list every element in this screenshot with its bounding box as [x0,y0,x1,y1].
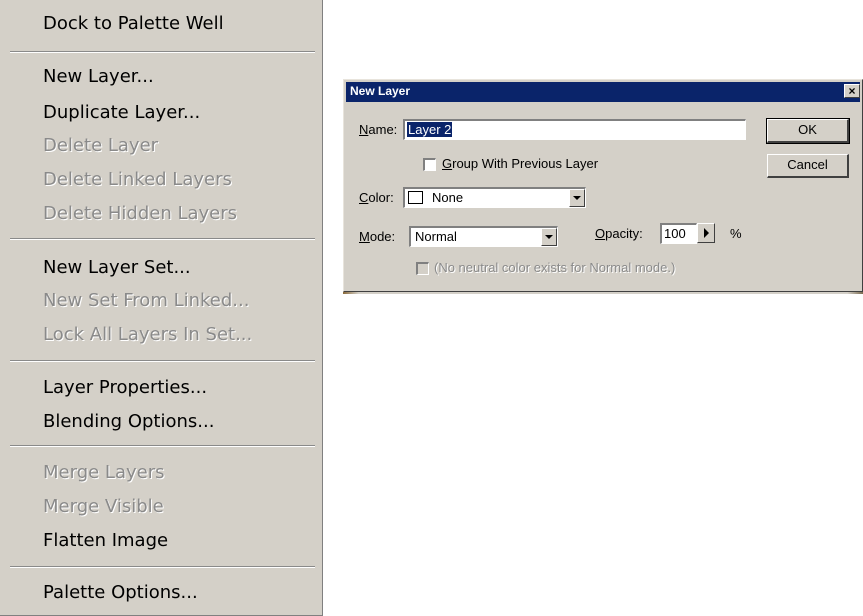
opacity-input-value: 100 [664,226,686,241]
menu-item-palette-options[interactable]: Palette Options... [43,581,198,605]
menu-item-delete-linked-layers: Delete Linked Layers [43,169,232,190]
opacity-label: Opacity: [595,226,643,241]
name-input[interactable]: Layer 2 [403,119,746,140]
mode-label: Mode: [359,229,396,244]
menu-item-layer-properties[interactable]: Layer Properties... [43,376,207,400]
menu-item-duplicate-layer[interactable]: Duplicate Layer... [43,101,200,125]
menu-item-delete-hidden-layers: Delete Hidden Layers [43,203,238,224]
menu-separator [10,445,315,447]
color-select-value: None [432,190,464,205]
color-select[interactable]: None [403,187,586,208]
layers-palette-menu: Dock to Palette Well New Layer... Duplic… [0,0,323,616]
new-layer-dialog: New Layer × Name: Layer 2 Group With Pre… [343,79,863,292]
menu-separator [10,360,315,362]
menu-item-new-layer-set[interactable]: New Layer Set... [43,256,191,280]
color-swatch [408,191,423,204]
menu-item-delete-layer: Delete Layer [43,135,159,156]
opacity-unit: % [730,226,742,241]
menu-item-new-set-from-linked: New Set From Linked... [43,290,250,311]
cancel-button[interactable]: Cancel [767,154,849,178]
menu-item-flatten-image[interactable]: Flatten Image [43,529,168,553]
dialog-titlebar[interactable]: New Layer × [346,82,860,102]
opacity-input[interactable]: 100 [660,223,697,244]
ok-button[interactable]: OK [766,118,850,144]
menu-item-merge-visible: Merge Visible [43,496,164,517]
mode-select[interactable]: Normal [409,226,558,247]
mode-select-value: Normal [415,229,457,244]
menu-item-merge-layers: Merge Layers [43,462,165,483]
neutral-color-label: (No neutral color exists for Normal mode… [434,260,676,275]
group-with-previous-label: Group With Previous Layer [442,156,599,171]
menu-item-blending-options[interactable]: Blending Options... [43,410,214,434]
group-with-previous-checkbox[interactable] [423,158,436,171]
chevron-down-icon[interactable] [569,189,585,207]
opacity-slider-arrow-icon[interactable] [697,223,715,243]
menu-separator [10,566,315,568]
menu-separator [10,51,315,53]
menu-item-dock-to-palette-well[interactable]: Dock to Palette Well [43,12,224,36]
menu-item-new-layer[interactable]: New Layer... [43,65,154,89]
chevron-down-icon[interactable] [541,228,557,246]
color-label: Color: [359,190,394,205]
dialog-title: New Layer [350,84,411,98]
neutral-color-checkbox [416,262,429,275]
name-input-value: Layer 2 [407,122,453,137]
menu-separator [10,238,315,240]
menu-item-lock-all-layers-in-set: Lock All Layers In Set... [43,324,253,345]
name-label: Name: [359,122,398,137]
close-icon[interactable]: × [844,84,860,98]
